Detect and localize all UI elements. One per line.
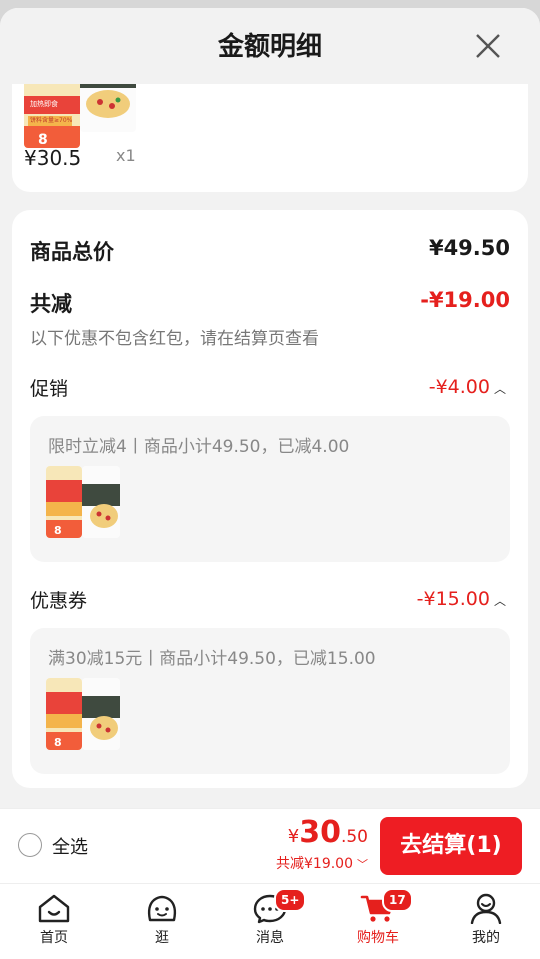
browse-icon xyxy=(147,895,177,922)
tab-browse[interactable]: 逛 xyxy=(108,884,216,959)
coupon-product-thumbnail[interactable]: 8 xyxy=(46,678,82,750)
select-all-label[interactable]: 全选 xyxy=(52,833,88,859)
coupon-product-badge: 8 xyxy=(54,736,62,749)
amount-detail-sheet: 加热即食 饼料含量≥70% 8 ¥30.5 x1 金额明细 商品总价 ¥49.5… xyxy=(0,8,540,808)
chevron-down-icon: ﹀ xyxy=(357,858,368,871)
product-tag-1: 加热即食 xyxy=(30,99,58,108)
discount-note: 以下优惠不包含红包，请在结算页查看 xyxy=(30,329,319,349)
coupon-detail: 满30减15元丨商品小计49.50，已减15.00 8 xyxy=(30,628,510,774)
coupon-product-photo xyxy=(82,678,120,750)
item-price: ¥30.5 xyxy=(24,146,82,170)
saving-text: 共减¥19.00 xyxy=(276,856,353,872)
promotion-value: -¥4.00 xyxy=(428,376,490,398)
bottom-tab-bar: 首页 逛 消息 5+ 购物车 17 我的 xyxy=(0,883,540,959)
discount-label: 共减 xyxy=(30,292,72,316)
coupon-value: -¥15.00 xyxy=(416,588,490,610)
total-integer: 30 xyxy=(299,815,341,850)
promotion-product-thumbnail[interactable]: 8 xyxy=(46,466,82,538)
home-icon xyxy=(38,894,70,923)
item-quantity: x1 xyxy=(116,146,136,165)
total-decimal: .50 xyxy=(340,827,368,847)
coupon-label: 优惠券 xyxy=(30,590,88,612)
promotion-label: 促销 xyxy=(30,378,69,400)
cart-badge: 17 xyxy=(382,888,413,912)
promotion-detail-text: 限时立减4丨商品小计49.50，已减4.00 xyxy=(48,437,350,457)
total-price: ¥30.50 xyxy=(288,815,368,850)
chevron-up-icon: ︿ xyxy=(493,382,506,396)
promotion-product-badge: 8 xyxy=(54,524,62,537)
checkout-button[interactable]: 去结算(1) xyxy=(380,817,522,875)
saving-summary[interactable]: 共减¥19.00 ﹀ xyxy=(276,853,368,873)
tab-messages-label: 消息 xyxy=(256,930,284,946)
tab-browse-label: 逛 xyxy=(155,930,169,946)
promotion-toggle[interactable]: -¥4.00 ︿ xyxy=(429,376,506,398)
tab-profile-label: 我的 xyxy=(472,930,500,946)
chevron-up-icon: ︿ xyxy=(493,594,506,608)
checkout-bar: 全选 ¥30.50 共减¥19.00 ﹀ 去结算(1) xyxy=(0,808,540,883)
total-currency: ¥ xyxy=(287,826,300,847)
profile-icon xyxy=(470,893,502,924)
discount-value: -¥19.00 xyxy=(420,288,510,312)
tab-messages[interactable]: 消息 5+ xyxy=(216,884,324,959)
price-breakdown-card: 商品总价 ¥49.50 共减 -¥19.00 以下优惠不包含红包，请在结算页查看… xyxy=(12,210,528,788)
goods-total-value: ¥49.50 xyxy=(428,236,510,260)
goods-total-label: 商品总价 xyxy=(30,240,114,264)
tab-cart-label: 购物车 xyxy=(357,930,399,946)
select-all-radio[interactable] xyxy=(18,833,42,857)
tab-home-label: 首页 xyxy=(40,930,68,946)
tab-profile[interactable]: 我的 xyxy=(432,884,540,959)
sheet-title: 金额明细 xyxy=(217,32,322,62)
tab-cart[interactable]: 购物车 17 xyxy=(324,884,432,959)
product-tag-2: 饼料含量≥70% xyxy=(30,116,73,124)
coupon-detail-text: 满30减15元丨商品小计49.50，已减15.00 xyxy=(48,649,376,669)
promotion-product-photo xyxy=(82,466,120,538)
message-badge: 5+ xyxy=(274,888,307,912)
coupon-toggle[interactable]: -¥15.00 ︿ xyxy=(417,588,506,610)
promotion-detail: 限时立减4丨商品小计49.50，已减4.00 8 xyxy=(30,416,510,562)
sheet-header: 金额明细 xyxy=(0,8,540,84)
close-button[interactable] xyxy=(472,30,504,62)
tab-home[interactable]: 首页 xyxy=(0,884,108,959)
close-icon xyxy=(476,34,500,58)
